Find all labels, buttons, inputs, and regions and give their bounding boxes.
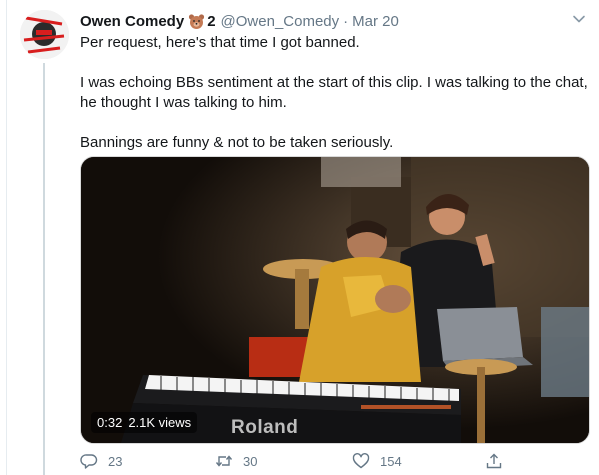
video-brand-text: Roland <box>231 417 299 438</box>
share-icon <box>486 453 502 469</box>
tweet-paragraph: I was echoing BBs sentiment at the start… <box>80 74 588 111</box>
heart-icon <box>352 453 370 469</box>
reply-button[interactable]: 23 <box>80 452 122 470</box>
name-suffix: 2 <box>207 12 216 30</box>
display-name[interactable]: Owen Comedy <box>80 13 184 30</box>
tweet-paragraph: Per request, here's that time I got bann… <box>80 34 360 51</box>
video-duration: 0:32 <box>97 415 123 430</box>
user-handle[interactable]: @Owen_Comedy <box>221 13 340 30</box>
avatar[interactable] <box>20 10 69 59</box>
tweet-paragraph: Bannings are funny & not to be taken ser… <box>80 134 394 151</box>
retweet-count: 30 <box>243 453 258 469</box>
video-player[interactable]: 0:32 2.1K views Roland <box>80 156 590 444</box>
tweet-actions: 23 30 154 <box>80 452 510 474</box>
tweet-text: Per request, here's that time I got bann… <box>80 33 590 173</box>
share-button[interactable] <box>485 452 503 470</box>
tweet-date[interactable]: Mar 20 <box>352 13 399 30</box>
separator-dot: · <box>343 12 349 30</box>
tweet-header: Owen Comedy 2 @Owen_Comedy · Mar 20 <box>80 11 399 31</box>
video-thumbnail <box>81 157 589 443</box>
bear-face-icon <box>188 13 205 30</box>
profile-avatar-icon <box>20 10 69 59</box>
video-stats: 0:32 2.1K views <box>91 412 198 433</box>
like-count: 154 <box>380 453 402 469</box>
like-button[interactable]: 154 <box>352 452 402 470</box>
retweet-button[interactable]: 30 <box>215 452 257 470</box>
reply-count: 23 <box>108 453 123 469</box>
chevron-down-icon[interactable] <box>572 12 586 26</box>
reply-icon <box>80 454 98 469</box>
video-meta: 0:32 2.1K views <box>91 412 198 433</box>
video-views: 2.1K views <box>128 415 192 430</box>
retweet-icon <box>215 455 233 467</box>
thread-line <box>43 63 45 475</box>
